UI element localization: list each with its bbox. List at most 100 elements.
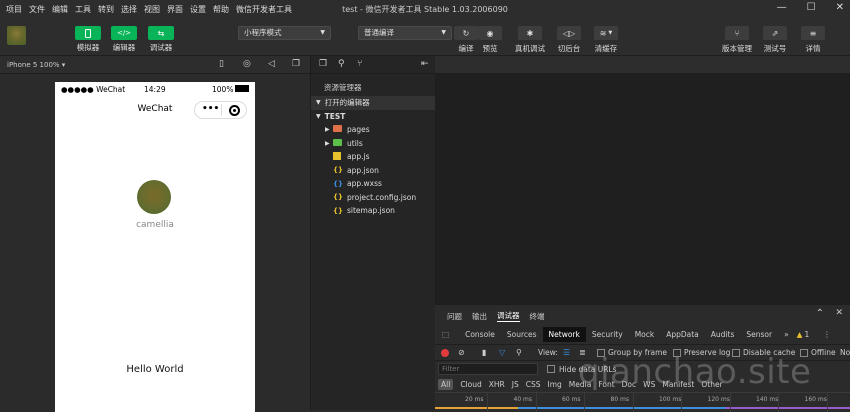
menu-item[interactable]: 转到: [98, 4, 114, 15]
type-filter-css[interactable]: CSS: [526, 380, 541, 389]
test-account-button[interactable]: ⇗: [763, 26, 787, 40]
compile-select[interactable]: 普通编译 ▼: [358, 26, 452, 40]
menu-item[interactable]: 帮助: [213, 4, 229, 15]
filter-icon[interactable]: ▽: [499, 348, 505, 357]
devtools-tab[interactable]: Audits: [705, 327, 741, 342]
devtools-tab[interactable]: Console: [459, 327, 501, 342]
group-by-frame-checkbox[interactable]: [597, 348, 605, 357]
search-icon[interactable]: ⚲: [338, 59, 345, 69]
tree-item-project-config-json[interactable]: {} project.config.json: [311, 191, 435, 205]
type-filter-all[interactable]: All: [438, 379, 454, 390]
menu-item[interactable]: 选择: [121, 4, 137, 15]
tree-item-app-js[interactable]: app.js: [311, 150, 435, 164]
waterfall-icon[interactable]: ≣: [579, 348, 586, 357]
clear-icon[interactable]: ⊘: [458, 348, 465, 357]
type-filter-ws[interactable]: WS: [643, 380, 655, 389]
remote-debug-button[interactable]: ✱: [518, 26, 542, 40]
type-filter-other[interactable]: Other: [701, 380, 722, 389]
close-mini-program-icon[interactable]: [229, 105, 240, 116]
record-icon[interactable]: [441, 348, 449, 357]
panel-tab[interactable]: 问题: [447, 311, 462, 322]
search-icon[interactable]: ⚲: [516, 348, 522, 357]
mode-select[interactable]: 小程序模式 ▼: [238, 26, 331, 40]
inspect-icon[interactable]: ⬚: [442, 330, 449, 339]
devtools-tab[interactable]: AppData: [660, 327, 705, 342]
warning-icon: ▲: [796, 330, 803, 339]
devtools-tab[interactable]: Security: [586, 327, 629, 342]
hide-data-urls-checkbox[interactable]: [547, 365, 555, 373]
menu-item[interactable]: 文件: [29, 4, 45, 15]
collapse-panel-icon[interactable]: ⇤: [421, 59, 429, 69]
open-editors-section[interactable]: ▼ 打开的编辑器: [311, 96, 435, 110]
camera-icon[interactable]: ▮: [482, 348, 486, 357]
warning-indicator[interactable]: ▲ 1: [797, 330, 810, 339]
warning-count: 1: [804, 330, 810, 339]
version-button[interactable]: ⑂: [725, 26, 749, 40]
timeline-gridline: [778, 393, 779, 412]
clear-cache-button[interactable]: ≋ ▼: [594, 26, 618, 40]
maximize-button[interactable]: ☐: [807, 2, 816, 13]
panel-tab[interactable]: 终端: [530, 311, 545, 322]
tree-item-app-wxss[interactable]: {} app.wxss: [311, 177, 435, 191]
menu-item[interactable]: 项目: [6, 4, 22, 15]
bug-icon: ✱: [526, 28, 534, 38]
type-filter-doc[interactable]: Doc: [622, 380, 637, 389]
git-icon[interactable]: ⑂: [357, 59, 362, 69]
json-file-icon: {}: [333, 166, 343, 175]
type-filter-js[interactable]: JS: [512, 380, 519, 389]
user-avatar[interactable]: [7, 26, 26, 45]
tree-item-utils[interactable]: ▶ utils: [311, 137, 435, 151]
minimize-button[interactable]: —: [777, 2, 787, 13]
close-icon[interactable]: ✕: [835, 308, 843, 318]
editor-toggle-button[interactable]: </>: [111, 26, 137, 40]
devtools-tab[interactable]: »: [778, 327, 795, 342]
type-filter-img[interactable]: Img: [548, 380, 562, 389]
type-filter-media[interactable]: Media: [569, 380, 592, 389]
type-filter-manifest[interactable]: Manifest: [662, 380, 694, 389]
menu-item[interactable]: 界面: [167, 4, 183, 15]
compile-button[interactable]: ↻: [454, 26, 478, 40]
record-icon[interactable]: ◎: [243, 59, 251, 69]
tree-item-app-json[interactable]: {} app.json: [311, 164, 435, 178]
type-filter-font[interactable]: Font: [598, 380, 614, 389]
css-file-icon: {}: [333, 179, 343, 188]
panel-tab[interactable]: 调试器: [497, 310, 520, 322]
window-icon[interactable]: ❐: [292, 59, 300, 69]
tree-item-pages[interactable]: ▶ pages: [311, 123, 435, 137]
devtools-tab[interactable]: Sources: [501, 327, 543, 342]
more-options-icon[interactable]: ⋮: [823, 330, 831, 339]
details-button[interactable]: ≡: [801, 26, 825, 40]
menu-item[interactable]: 设置: [190, 4, 206, 15]
menu-item[interactable]: 微信开发者工具: [236, 4, 292, 15]
background-button[interactable]: ◁▷: [557, 26, 581, 40]
devtools-tab[interactable]: Mock: [629, 327, 661, 342]
simulator-toggle-button[interactable]: [75, 26, 101, 40]
files-icon[interactable]: ❐: [319, 59, 327, 69]
devtools-tab[interactable]: Sensor: [740, 327, 778, 342]
filter-input[interactable]: [438, 363, 538, 375]
devtools-tab[interactable]: Network: [542, 327, 586, 342]
menu-item[interactable]: 编辑: [52, 4, 68, 15]
menu-item[interactable]: 视图: [144, 4, 160, 15]
preview-button[interactable]: ◉: [478, 26, 502, 40]
menu-item[interactable]: 工具: [75, 4, 91, 15]
preserve-log-checkbox[interactable]: [673, 348, 681, 357]
disable-cache-checkbox[interactable]: [732, 348, 740, 357]
device-select[interactable]: iPhone 5 100% ▾: [7, 61, 65, 69]
debugger-toggle-button[interactable]: ⇆: [148, 26, 174, 40]
capsule-menu[interactable]: •••: [194, 101, 247, 119]
list-view-icon[interactable]: ☰: [563, 348, 570, 357]
offline-checkbox[interactable]: [800, 348, 808, 357]
timeline-gridline: [681, 393, 682, 412]
more-icon[interactable]: •••: [202, 104, 219, 114]
tree-item-sitemap-json[interactable]: {} sitemap.json: [311, 204, 435, 218]
project-section[interactable]: ▼ TEST: [311, 110, 435, 124]
chevron-up-icon[interactable]: ⌃: [816, 308, 824, 319]
phone-icon[interactable]: ▯: [219, 59, 224, 69]
close-button[interactable]: ✕: [836, 2, 844, 13]
type-filter-xhr[interactable]: XHR: [489, 380, 505, 389]
volume-icon[interactable]: ◁: [268, 59, 275, 69]
throttle-select[interactable]: No: [840, 348, 850, 357]
type-filter-cloud[interactable]: Cloud: [460, 380, 481, 389]
panel-tab[interactable]: 输出: [472, 311, 487, 322]
